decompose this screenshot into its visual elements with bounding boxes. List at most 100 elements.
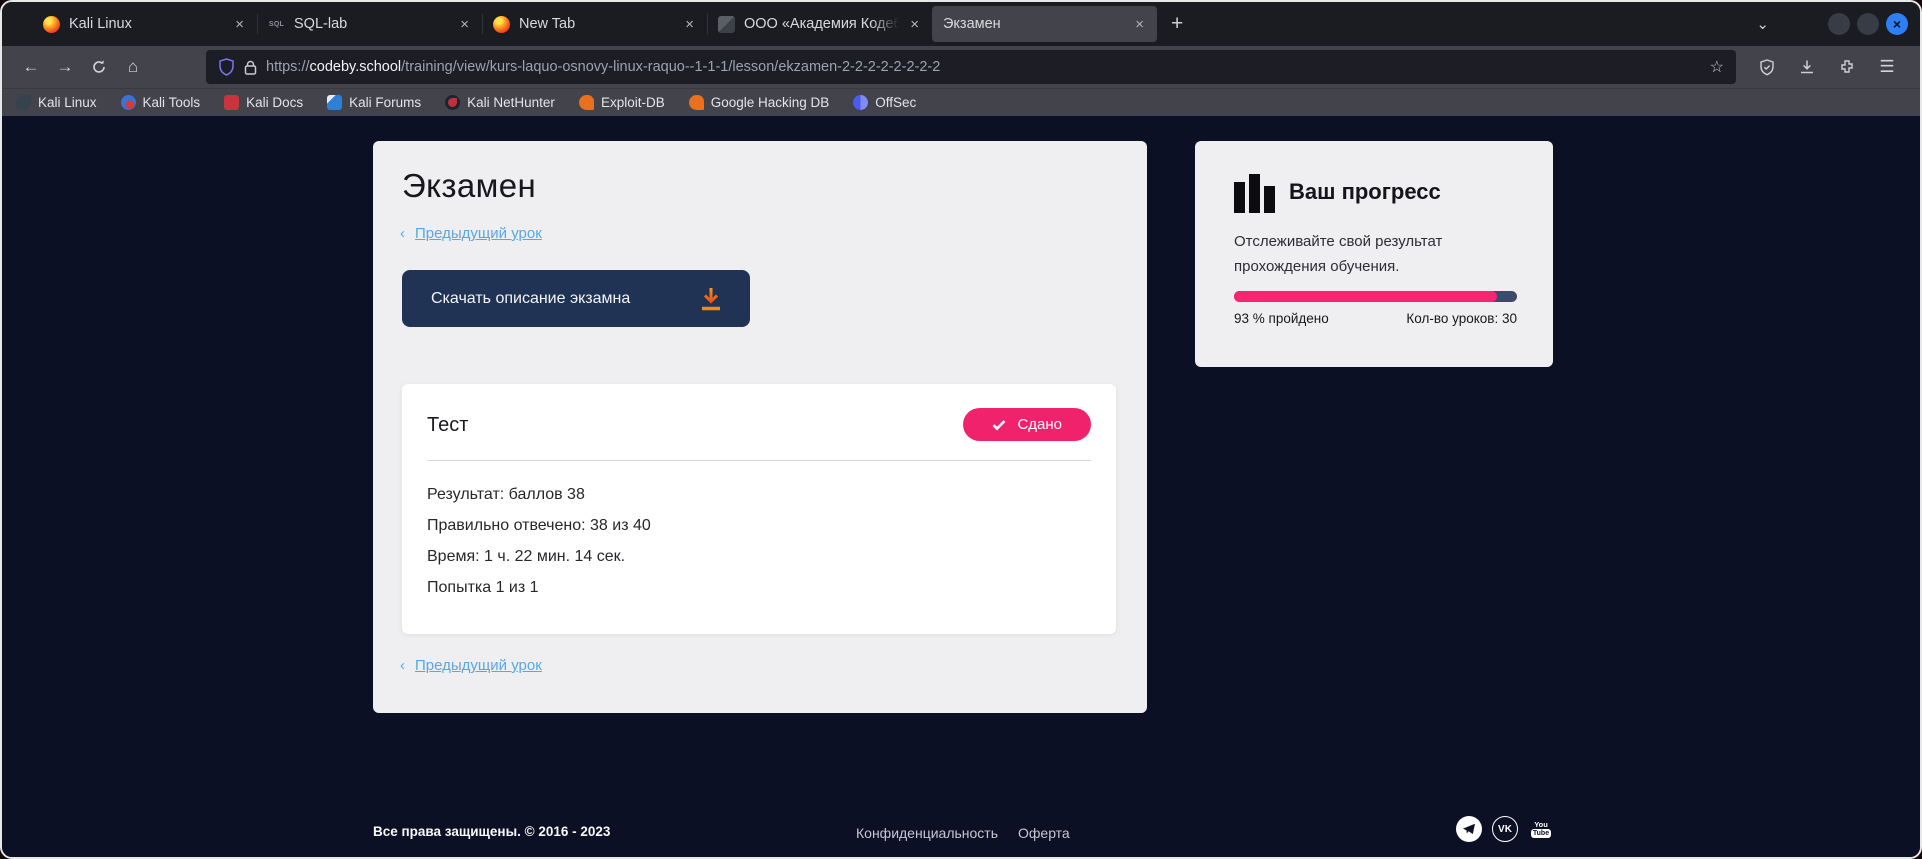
test-title: Тест [427,414,468,437]
result-score: Результат: баллов 38 [427,479,651,510]
tracking-shield-icon[interactable] [218,58,235,76]
back-icon[interactable]: ← [14,52,48,82]
ghdb-bird-icon [689,95,704,110]
kali-tools-icon [121,95,136,110]
exploitdb-bird-icon [579,95,594,110]
divider [427,460,1091,461]
menu-hamburger-icon[interactable]: ☰ [1870,52,1904,82]
firefox-icon [493,16,510,33]
youtube-icon[interactable]: You Tube [1528,816,1554,842]
kali-dragon-icon [16,95,31,110]
bookmark-label: Kali Tools [143,95,201,110]
bookmark-kali-forums[interactable]: Kali Forums [327,95,421,110]
tab-kali-linux[interactable]: Kali Linux × [32,2,257,46]
reload-icon[interactable] [82,52,116,82]
progress-title: Ваш прогресс [1289,179,1441,205]
previous-lesson-link-bottom[interactable]: ‹ Предыдущий урок [400,657,542,674]
chevron-left-icon: ‹ [400,225,405,242]
bookmark-kali-nethunter[interactable]: Kali NetHunter [445,95,555,110]
window-minimize-button[interactable] [1828,13,1850,35]
page-footer: Все права защищены. © 2016 - 2023 Конфид… [2,802,1920,859]
home-icon[interactable]: ⌂ [116,52,150,82]
kali-forums-icon [327,95,342,110]
tab-label: New Tab [519,16,674,32]
bookmark-exploit-db[interactable]: Exploit-DB [579,95,665,110]
bookmark-kali-docs[interactable]: Kali Docs [224,95,303,110]
bookmark-label: Google Hacking DB [711,95,830,110]
bookmark-kali-tools[interactable]: Kali Tools [121,95,201,110]
window-maximize-button[interactable] [1857,13,1879,35]
tab-label: SQL-lab [294,16,449,32]
navigation-toolbar: ← → ⌂ https://codeby.school/training/vie… [2,46,1920,88]
offsec-icon [853,95,868,110]
copyright-text: Все права защищены. © 2016 - 2023 [373,824,610,839]
kali-nethunter-icon [445,95,460,110]
url-text: https://codeby.school/training/view/kurs… [266,59,940,75]
window-close-button[interactable]: × [1886,13,1908,35]
bookmark-star-icon[interactable]: ☆ [1710,57,1724,77]
bookmark-google-hacking-db[interactable]: Google Hacking DB [689,95,830,110]
bookmark-label: OffSec [875,95,916,110]
page-title: Экзамен [402,167,536,205]
tab-new-tab[interactable]: New Tab × [482,2,707,46]
tab-bar: Kali Linux × SQL SQL-lab × New Tab × ООО… [2,2,1920,46]
tab-close-icon[interactable]: × [233,16,246,33]
progress-card: Ваш прогресс Отслеживайте свой результат… [1195,141,1553,367]
tab-close-icon[interactable]: × [908,16,921,33]
tab-sql-lab[interactable]: SQL SQL-lab × [257,2,482,46]
result-correct: Правильно отвечено: 38 из 40 [427,510,651,541]
new-tab-button[interactable]: + [1157,12,1197,36]
progress-bar-fill [1234,291,1497,302]
test-result-card: Тест Сдано Результат: баллов 38 Правильн… [402,384,1116,634]
check-icon [992,419,1006,431]
lock-icon [244,60,257,75]
bookmark-label: Exploit-DB [601,95,665,110]
bookmark-label: Kali Forums [349,95,421,110]
download-button-label: Скачать описание экзамна [431,290,630,308]
tab-close-icon[interactable]: × [458,16,471,33]
tab-ekzamen-active[interactable]: Экзамен × [932,6,1157,42]
downloads-icon[interactable] [1790,52,1824,82]
bookmark-kali-linux[interactable]: Kali Linux [16,95,97,110]
previous-lesson-link-top[interactable]: ‹ Предыдущий урок [400,225,542,242]
bar-chart-icon [1234,173,1278,213]
tab-label: Экзамен [943,16,1124,32]
tab-close-icon[interactable]: × [683,16,696,33]
test-results: Результат: баллов 38 Правильно отвечено:… [427,479,651,603]
forward-icon[interactable]: → [48,52,82,82]
bookmark-label: Kali NetHunter [467,95,555,110]
tab-label: Kali Linux [69,16,224,32]
bookmarks-bar: Kali Linux Kali Tools Kali Docs Kali For… [2,88,1920,116]
privacy-link[interactable]: Конфиденциальность [856,825,998,841]
bookmark-label: Kali Linux [38,95,97,110]
tabbar-right: ⌄ × [1756,13,1920,35]
page-content: Экзамен ‹ Предыдущий урок Скачать описан… [2,116,1920,859]
vk-icon[interactable]: VK [1492,816,1518,842]
firefox-icon [43,16,60,33]
list-all-tabs-chevron-icon[interactable]: ⌄ [1756,15,1769,33]
previous-lesson-label[interactable]: Предыдущий урок [415,225,542,242]
sql-favicon-icon: SQL [268,16,285,33]
download-exam-description-button[interactable]: Скачать описание экзамна [402,270,750,327]
tab-akademiya-codeby[interactable]: ООО «Академия Кодеба × [707,2,932,46]
previous-lesson-label[interactable]: Предыдущий урок [415,657,542,674]
browser-window: Kali Linux × SQL SQL-lab × New Tab × ООО… [0,0,1922,859]
site-favicon-icon [718,16,735,33]
result-attempt: Попытка 1 из 1 [427,572,651,603]
bookmark-label: Kali Docs [246,95,303,110]
badge-label: Сдано [1017,416,1062,433]
chevron-left-icon: ‹ [400,657,405,674]
exam-card: Экзамен ‹ Предыдущий урок Скачать описан… [373,141,1147,713]
kali-docs-icon [224,95,239,110]
protections-shield-icon[interactable] [1750,52,1784,82]
tab-close-icon[interactable]: × [1133,16,1146,33]
bookmark-offsec[interactable]: OffSec [853,95,916,110]
passed-status-badge: Сдано [963,408,1091,441]
tab-label: ООО «Академия Кодеба [744,16,899,32]
progress-description: Отслеживайте свой результат прохождения … [1234,229,1479,279]
url-bar[interactable]: https://codeby.school/training/view/kurs… [206,50,1736,84]
download-icon [698,285,724,312]
telegram-icon[interactable] [1456,816,1482,842]
offer-link[interactable]: Оферта [1018,825,1070,841]
extensions-puzzle-icon[interactable] [1830,52,1864,82]
